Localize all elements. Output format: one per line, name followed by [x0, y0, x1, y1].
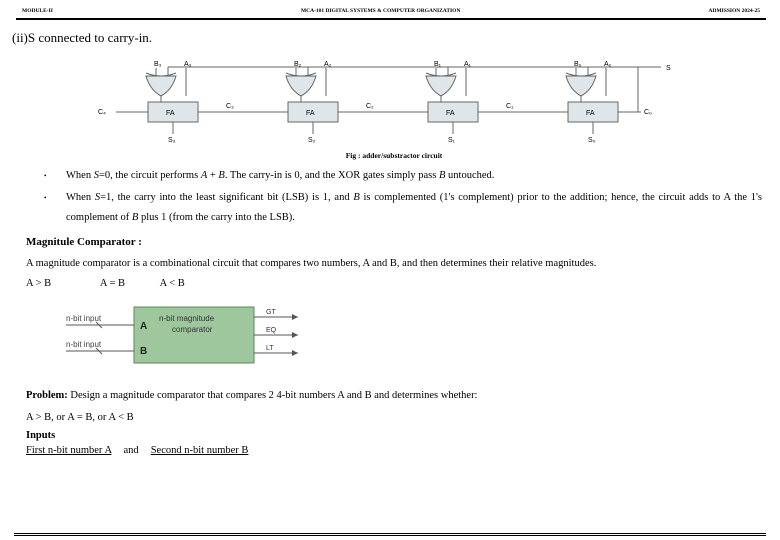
svg-text:GT: GT — [266, 309, 276, 316]
problem-statement: Problem: Design a magnitude comparator t… — [26, 386, 762, 406]
subsection-title: (ii)S connected to carry-in. — [12, 30, 762, 46]
svg-text:n-bit input: n-bit input — [66, 314, 102, 323]
rel-altb: A < B — [160, 278, 185, 289]
header-right: ADMISSION 2024-25 — [709, 8, 761, 14]
svg-text:FA: FA — [446, 110, 455, 117]
stage-1: B₁ A₁ FA C₁ S₁ — [406, 61, 588, 144]
stage-0: B₀ A₀ FA C₀ S₀ — [546, 61, 652, 144]
header-left: MODULE-II — [22, 8, 53, 14]
figure-caption: Fig : adder/substractor circuit — [26, 151, 762, 160]
svg-text:S₁: S₁ — [448, 137, 456, 144]
bullet-item: When S=0, the circuit performs A + B. Th… — [34, 166, 762, 186]
label-s: S — [666, 65, 671, 72]
stage-2: B₂ A₂ FA C₂ S₂ — [266, 61, 448, 144]
svg-text:C₁: C₁ — [506, 103, 514, 110]
comparator-heading: Magnitule Comparator : — [26, 236, 762, 248]
svg-text:FA: FA — [306, 110, 315, 117]
rel-agtb: A > B — [26, 278, 51, 289]
svg-text:A: A — [140, 321, 147, 332]
comparator-block-diagram: n-bit magnitude comparator A B n-bit inp… — [26, 299, 326, 375]
problem-line2: A > B, or A = B, or A < B — [26, 408, 762, 428]
svg-text:FA: FA — [586, 110, 595, 117]
svg-text:C₀: C₀ — [644, 109, 652, 116]
adder-subtractor-diagram: S B₀ A₀ FA C₀ S₀ — [76, 56, 676, 144]
header-center: MCA-101 DIGITAL SYSTEMS & COMPUTER ORGAN… — [301, 8, 460, 14]
svg-text:S₀: S₀ — [588, 137, 596, 144]
inputs-first: First n-bit number A — [26, 445, 111, 456]
svg-text:S₂: S₂ — [308, 137, 316, 144]
svg-text:C₂: C₂ — [366, 103, 374, 110]
inputs-second: Second n-bit number B — [151, 445, 249, 456]
footer-rule — [14, 533, 766, 536]
svg-text:S₃: S₃ — [168, 137, 176, 144]
svg-text:comparator: comparator — [172, 325, 213, 334]
rel-aeqb: A = B — [100, 278, 125, 289]
inputs-heading: Inputs — [26, 430, 762, 441]
svg-text:FA: FA — [166, 110, 175, 117]
inputs-line: First n-bit number A and Second n-bit nu… — [26, 445, 762, 456]
relation-row: A > B A = B A < B — [26, 278, 762, 289]
svg-text:B: B — [140, 346, 147, 357]
svg-text:EQ: EQ — [266, 327, 277, 334]
svg-text:C₄: C₄ — [98, 109, 106, 116]
svg-text:n-bit magnitude: n-bit magnitude — [159, 314, 215, 323]
svg-text:LT: LT — [266, 345, 274, 352]
problem-label: Problem: — [26, 390, 68, 401]
comparator-description: A magnitude comparator is a combinationa… — [26, 254, 762, 274]
bullet-list: When S=0, the circuit performs A + B. Th… — [34, 166, 762, 228]
stage-3: B₃ A₃ FA C₃ C₄ S₃ — [98, 61, 308, 144]
svg-text:n-bit input: n-bit input — [66, 340, 102, 349]
svg-text:B₃: B₃ — [154, 61, 162, 68]
bullet-item: When S=1, the carry into the least signi… — [34, 188, 762, 228]
inputs-and: and — [114, 445, 148, 456]
svg-text:C₃: C₃ — [226, 103, 234, 110]
page-header: MODULE-II MCA-101 DIGITAL SYSTEMS & COMP… — [16, 4, 766, 20]
